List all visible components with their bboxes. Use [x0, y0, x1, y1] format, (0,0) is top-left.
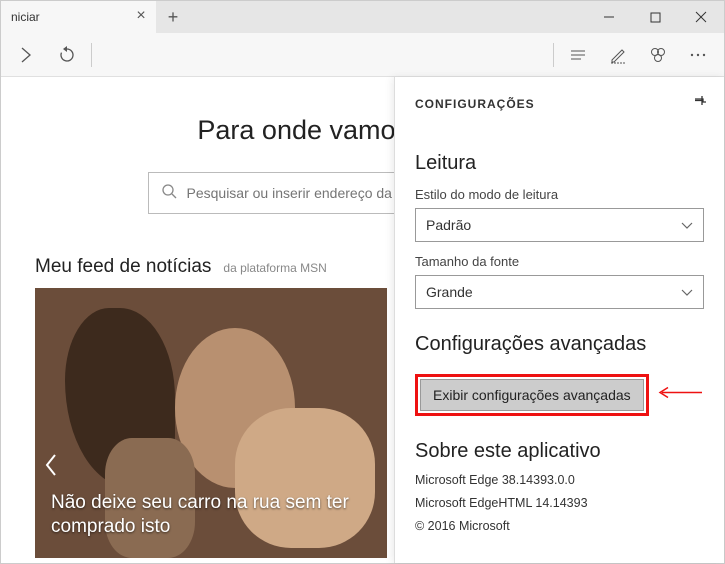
browser-tab[interactable]: niciar × [1, 1, 156, 33]
annotation-highlight: Exibir configurações avançadas [415, 374, 649, 416]
notes-icon[interactable] [598, 33, 638, 77]
reading-list-icon[interactable] [558, 33, 598, 77]
new-tab-button[interactable]: + [156, 1, 190, 33]
reading-style-select[interactable]: Padrão [415, 208, 704, 242]
font-size-label: Tamanho da fonte [415, 254, 704, 269]
toolbar [1, 33, 724, 77]
advanced-section-title: Configurações avançadas [415, 333, 704, 356]
more-icon[interactable] [678, 33, 718, 77]
minimize-button[interactable] [586, 1, 632, 33]
reading-style-value: Padrão [426, 217, 471, 233]
about-engine: Microsoft EdgeHTML 14.14393 [415, 494, 704, 513]
share-icon[interactable] [638, 33, 678, 77]
settings-header: CONFIGURAÇÕES [415, 97, 535, 111]
forward-button[interactable] [7, 33, 47, 77]
about-copyright: © 2016 Microsoft [415, 517, 704, 536]
toolbar-separator [553, 43, 554, 67]
refresh-button[interactable] [47, 33, 87, 77]
reading-section-title: Leitura [415, 152, 704, 175]
font-size-value: Grande [426, 284, 473, 300]
close-window-button[interactable] [678, 1, 724, 33]
about-info: Microsoft Edge 38.14393.0.0 Microsoft Ed… [415, 471, 704, 535]
toolbar-separator [91, 43, 92, 67]
about-section-title: Sobre este aplicativo [415, 440, 704, 463]
title-bar: niciar × + [1, 1, 724, 33]
font-size-select[interactable]: Grande [415, 275, 704, 309]
prev-arrow-icon[interactable] [43, 453, 59, 484]
news-caption: Não deixe seu carro na rua sem ter compr… [51, 491, 387, 540]
chevron-down-icon [681, 284, 693, 300]
search-icon [161, 183, 177, 204]
news-card[interactable]: Não deixe seu carro na rua sem ter compr… [35, 288, 387, 558]
window-controls [586, 1, 724, 33]
feed-title: Meu feed de notícias [35, 256, 211, 278]
feed-subtitle: da plataforma MSN [223, 261, 326, 275]
maximize-button[interactable] [632, 1, 678, 33]
view-advanced-settings-button[interactable]: Exibir configurações avançadas [420, 379, 644, 411]
settings-panel: CONFIGURAÇÕES Leitura Estilo do modo de … [394, 77, 724, 563]
annotation-arrow-icon [654, 385, 704, 406]
about-version: Microsoft Edge 38.14393.0.0 [415, 471, 704, 490]
tab-title: niciar [11, 10, 40, 24]
chevron-down-icon [681, 217, 693, 233]
pin-icon[interactable] [692, 93, 708, 114]
tab-close-icon[interactable]: × [132, 7, 150, 25]
reading-style-label: Estilo do modo de leitura [415, 187, 704, 202]
